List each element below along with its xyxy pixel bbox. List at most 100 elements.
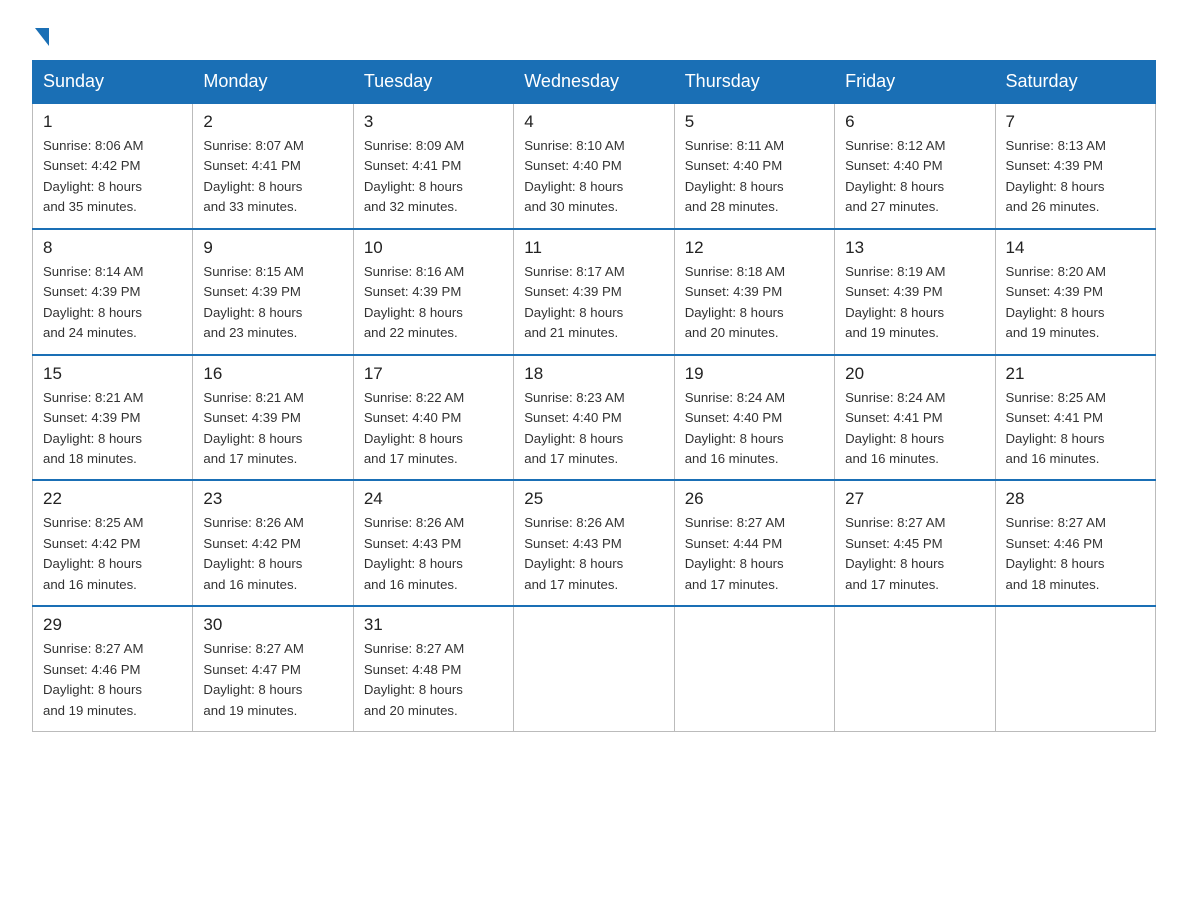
day-info: Sunrise: 8:27 AMSunset: 4:46 PMDaylight:… bbox=[43, 639, 182, 721]
week-row-2: 8 Sunrise: 8:14 AMSunset: 4:39 PMDaylight… bbox=[33, 229, 1156, 355]
day-cell-28: 28 Sunrise: 8:27 AMSunset: 4:46 PMDayligh… bbox=[995, 480, 1155, 606]
day-info: Sunrise: 8:26 AMSunset: 4:43 PMDaylight:… bbox=[524, 513, 663, 595]
day-cell-25: 25 Sunrise: 8:26 AMSunset: 4:43 PMDayligh… bbox=[514, 480, 674, 606]
day-info: Sunrise: 8:07 AMSunset: 4:41 PMDaylight:… bbox=[203, 136, 342, 218]
day-info: Sunrise: 8:16 AMSunset: 4:39 PMDaylight:… bbox=[364, 262, 503, 344]
day-info: Sunrise: 8:27 AMSunset: 4:46 PMDaylight:… bbox=[1006, 513, 1145, 595]
day-cell-4: 4Sunrise: 8:10 AMSunset: 4:40 PMDaylight… bbox=[514, 103, 674, 229]
day-info: Sunrise: 8:12 AMSunset: 4:40 PMDaylight:… bbox=[845, 136, 984, 218]
day-info: Sunrise: 8:25 AMSunset: 4:42 PMDaylight:… bbox=[43, 513, 182, 595]
day-cell-2: 2Sunrise: 8:07 AMSunset: 4:41 PMDaylight… bbox=[193, 103, 353, 229]
day-cell-15: 15Sunrise: 8:21 AMSunset: 4:39 PMDayligh… bbox=[33, 355, 193, 481]
day-info: Sunrise: 8:24 AMSunset: 4:41 PMDaylight:… bbox=[845, 388, 984, 470]
day-cell-30: 30 Sunrise: 8:27 AMSunset: 4:47 PMDayligh… bbox=[193, 606, 353, 731]
day-cell-22: 22 Sunrise: 8:25 AMSunset: 4:42 PMDayligh… bbox=[33, 480, 193, 606]
day-cell-31: 31 Sunrise: 8:27 AMSunset: 4:48 PMDayligh… bbox=[353, 606, 513, 731]
day-cell-6: 6 Sunrise: 8:12 AMSunset: 4:40 PMDaylight… bbox=[835, 103, 995, 229]
page-header bbox=[32, 24, 1156, 44]
day-cell-8: 8 Sunrise: 8:14 AMSunset: 4:39 PMDaylight… bbox=[33, 229, 193, 355]
day-cell-21: 21 Sunrise: 8:25 AMSunset: 4:41 PMDayligh… bbox=[995, 355, 1155, 481]
day-cell-17: 17 Sunrise: 8:22 AMSunset: 4:40 PMDayligh… bbox=[353, 355, 513, 481]
day-cell-18: 18Sunrise: 8:23 AMSunset: 4:40 PMDayligh… bbox=[514, 355, 674, 481]
empty-cell bbox=[835, 606, 995, 731]
day-number: 9 bbox=[203, 238, 342, 258]
day-cell-10: 10 Sunrise: 8:16 AMSunset: 4:39 PMDayligh… bbox=[353, 229, 513, 355]
day-number: 20 bbox=[845, 364, 984, 384]
calendar-table: SundayMondayTuesdayWednesdayThursdayFrid… bbox=[32, 60, 1156, 732]
day-number: 22 bbox=[43, 489, 182, 509]
day-cell-3: 3Sunrise: 8:09 AMSunset: 4:41 PMDaylight… bbox=[353, 103, 513, 229]
day-number: 10 bbox=[364, 238, 503, 258]
day-cell-27: 27Sunrise: 8:27 AMSunset: 4:45 PMDayligh… bbox=[835, 480, 995, 606]
day-cell-12: 12 Sunrise: 8:18 AMSunset: 4:39 PMDayligh… bbox=[674, 229, 834, 355]
day-number: 4 bbox=[524, 112, 663, 132]
day-cell-29: 29 Sunrise: 8:27 AMSunset: 4:46 PMDayligh… bbox=[33, 606, 193, 731]
day-info: Sunrise: 8:13 AMSunset: 4:39 PMDaylight:… bbox=[1006, 136, 1145, 218]
day-number: 21 bbox=[1006, 364, 1145, 384]
day-cell-11: 11 Sunrise: 8:17 AMSunset: 4:39 PMDayligh… bbox=[514, 229, 674, 355]
calendar-header-row: SundayMondayTuesdayWednesdayThursdayFrid… bbox=[33, 61, 1156, 104]
day-info: Sunrise: 8:27 AMSunset: 4:48 PMDaylight:… bbox=[364, 639, 503, 721]
day-number: 16 bbox=[203, 364, 342, 384]
day-cell-14: 14 Sunrise: 8:20 AMSunset: 4:39 PMDayligh… bbox=[995, 229, 1155, 355]
day-cell-23: 23Sunrise: 8:26 AMSunset: 4:42 PMDayligh… bbox=[193, 480, 353, 606]
day-info: Sunrise: 8:20 AMSunset: 4:39 PMDaylight:… bbox=[1006, 262, 1145, 344]
day-number: 14 bbox=[1006, 238, 1145, 258]
column-header-saturday: Saturday bbox=[995, 61, 1155, 104]
column-header-sunday: Sunday bbox=[33, 61, 193, 104]
day-cell-13: 13 Sunrise: 8:19 AMSunset: 4:39 PMDayligh… bbox=[835, 229, 995, 355]
day-info: Sunrise: 8:14 AMSunset: 4:39 PMDaylight:… bbox=[43, 262, 182, 344]
day-info: Sunrise: 8:17 AMSunset: 4:39 PMDaylight:… bbox=[524, 262, 663, 344]
day-number: 12 bbox=[685, 238, 824, 258]
column-header-friday: Friday bbox=[835, 61, 995, 104]
column-header-tuesday: Tuesday bbox=[353, 61, 513, 104]
week-row-5: 29 Sunrise: 8:27 AMSunset: 4:46 PMDayligh… bbox=[33, 606, 1156, 731]
day-number: 28 bbox=[1006, 489, 1145, 509]
day-cell-20: 20 Sunrise: 8:24 AMSunset: 4:41 PMDayligh… bbox=[835, 355, 995, 481]
day-number: 5 bbox=[685, 112, 824, 132]
day-number: 1 bbox=[43, 112, 182, 132]
day-number: 6 bbox=[845, 112, 984, 132]
day-info: Sunrise: 8:18 AMSunset: 4:39 PMDaylight:… bbox=[685, 262, 824, 344]
day-info: Sunrise: 8:22 AMSunset: 4:40 PMDaylight:… bbox=[364, 388, 503, 470]
day-number: 29 bbox=[43, 615, 182, 635]
day-cell-24: 24 Sunrise: 8:26 AMSunset: 4:43 PMDayligh… bbox=[353, 480, 513, 606]
week-row-4: 22 Sunrise: 8:25 AMSunset: 4:42 PMDayligh… bbox=[33, 480, 1156, 606]
day-info: Sunrise: 8:25 AMSunset: 4:41 PMDaylight:… bbox=[1006, 388, 1145, 470]
day-cell-19: 19Sunrise: 8:24 AMSunset: 4:40 PMDayligh… bbox=[674, 355, 834, 481]
day-number: 13 bbox=[845, 238, 984, 258]
day-number: 24 bbox=[364, 489, 503, 509]
day-cell-7: 7 Sunrise: 8:13 AMSunset: 4:39 PMDaylight… bbox=[995, 103, 1155, 229]
column-header-thursday: Thursday bbox=[674, 61, 834, 104]
day-number: 26 bbox=[685, 489, 824, 509]
day-number: 17 bbox=[364, 364, 503, 384]
day-info: Sunrise: 8:26 AMSunset: 4:43 PMDaylight:… bbox=[364, 513, 503, 595]
column-header-wednesday: Wednesday bbox=[514, 61, 674, 104]
day-info: Sunrise: 8:26 AMSunset: 4:42 PMDaylight:… bbox=[203, 513, 342, 595]
day-number: 31 bbox=[364, 615, 503, 635]
week-row-3: 15 Sunrise: 8:21 AMSunset: 4:39 PMDayligh… bbox=[33, 355, 1156, 481]
day-number: 15 bbox=[43, 364, 182, 384]
day-number: 8 bbox=[43, 238, 182, 258]
day-cell-9: 9Sunrise: 8:15 AMSunset: 4:39 PMDaylight… bbox=[193, 229, 353, 355]
day-number: 18 bbox=[524, 364, 663, 384]
empty-cell bbox=[674, 606, 834, 731]
day-number: 11 bbox=[524, 238, 663, 258]
day-cell-1: 1Sunrise: 8:06 AMSunset: 4:42 PMDaylight… bbox=[33, 103, 193, 229]
day-number: 19 bbox=[685, 364, 824, 384]
day-info: Sunrise: 8:11 AMSunset: 4:40 PMDaylight:… bbox=[685, 136, 824, 218]
day-number: 30 bbox=[203, 615, 342, 635]
day-info: Sunrise: 8:27 AMSunset: 4:47 PMDaylight:… bbox=[203, 639, 342, 721]
week-row-1: 1Sunrise: 8:06 AMSunset: 4:42 PMDaylight… bbox=[33, 103, 1156, 229]
empty-cell bbox=[514, 606, 674, 731]
day-number: 25 bbox=[524, 489, 663, 509]
day-number: 3 bbox=[364, 112, 503, 132]
day-info: Sunrise: 8:19 AMSunset: 4:39 PMDaylight:… bbox=[845, 262, 984, 344]
day-cell-26: 26 Sunrise: 8:27 AMSunset: 4:44 PMDayligh… bbox=[674, 480, 834, 606]
day-number: 7 bbox=[1006, 112, 1145, 132]
day-info: Sunrise: 8:21 AMSunset: 4:39 PMDaylight:… bbox=[203, 388, 342, 470]
day-info: Sunrise: 8:27 AMSunset: 4:44 PMDaylight:… bbox=[685, 513, 824, 595]
logo bbox=[32, 24, 49, 44]
day-info: Sunrise: 8:27 AMSunset: 4:45 PMDaylight:… bbox=[845, 513, 984, 595]
day-cell-16: 16 Sunrise: 8:21 AMSunset: 4:39 PMDayligh… bbox=[193, 355, 353, 481]
